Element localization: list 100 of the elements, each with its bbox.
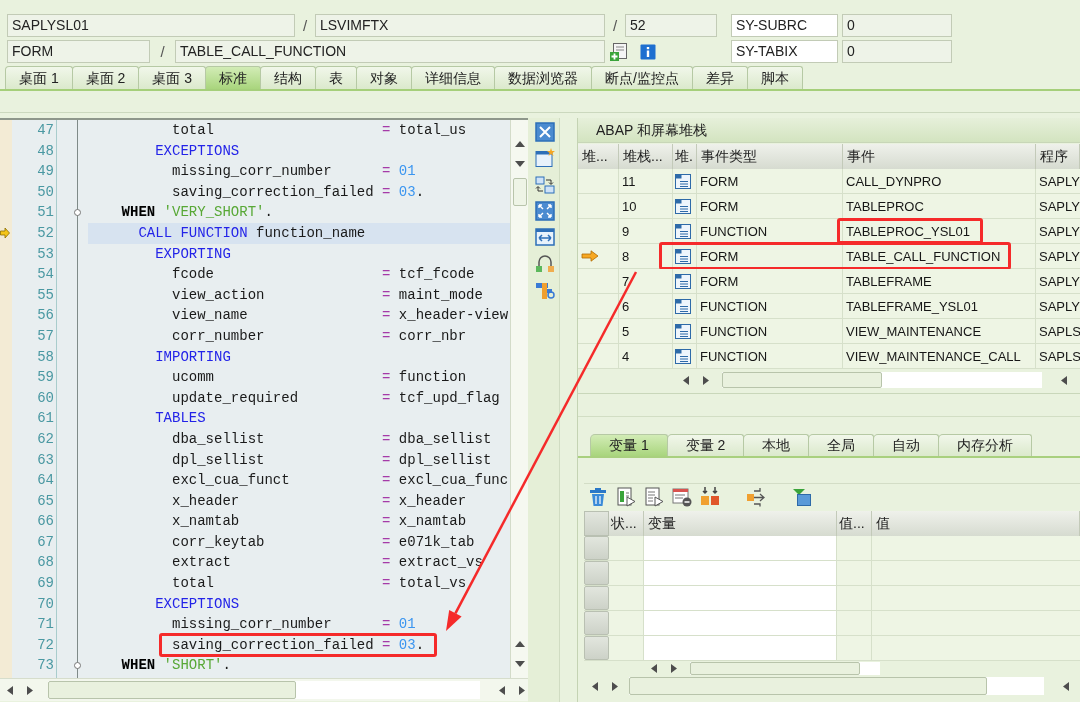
- tab[interactable]: 全局: [808, 434, 875, 456]
- system-field-name[interactable]: SY-SUBRC: [731, 14, 838, 37]
- scrollbar[interactable]: [0, 678, 528, 701]
- tab[interactable]: 自动: [873, 434, 940, 456]
- table-cell: 8: [622, 248, 630, 264]
- tab[interactable]: 详细信息: [411, 66, 496, 89]
- scroll-right-icon[interactable]: [519, 685, 525, 695]
- tab[interactable]: 桌面 3: [138, 66, 207, 89]
- scroll-up-icon[interactable]: [514, 641, 525, 647]
- info-icon[interactable]: [640, 43, 656, 60]
- table-cell: 5: [622, 323, 630, 339]
- tab[interactable]: 标准: [205, 66, 262, 89]
- tab[interactable]: 桌面 1: [5, 66, 73, 89]
- text-field[interactable]: SAPLYSL01: [7, 14, 295, 37]
- system-field-value[interactable]: 0: [842, 40, 952, 63]
- text-field[interactable]: TABLE_CALL_FUNCTION: [175, 40, 605, 63]
- column-header[interactable]: 变量: [644, 511, 837, 536]
- input-field[interactable]: [644, 536, 837, 560]
- code-editor[interactable]: [0, 120, 510, 678]
- scroll-left-icon[interactable]: [683, 375, 689, 385]
- system-field-value[interactable]: 0: [842, 14, 952, 37]
- tab[interactable]: 结构: [260, 66, 317, 89]
- tab[interactable]: 内存分析: [938, 434, 1033, 456]
- list-minus-icon[interactable]: [672, 486, 692, 507]
- trash-icon[interactable]: [588, 486, 608, 507]
- scroll-left-icon[interactable]: [651, 663, 657, 673]
- expand-icon[interactable]: [535, 200, 555, 221]
- input-field[interactable]: [644, 586, 837, 610]
- scrollbar-thumb[interactable]: [722, 372, 882, 388]
- scroll-left-icon[interactable]: [592, 681, 598, 691]
- code-line: saving_correction_failed = 03.: [172, 183, 425, 200]
- system-field-name[interactable]: SY-TABIX: [731, 40, 838, 63]
- scrollbar-track[interactable]: [722, 372, 1042, 388]
- table-cell: TABLE_CALL_FUNCTION: [846, 248, 1001, 264]
- table-row[interactable]: 7 FORM TABLEFRAME SAPLY: [578, 269, 1080, 294]
- tab[interactable]: 桌面 2: [71, 66, 140, 89]
- code-line: WHEN 'SHORT'.: [121, 657, 231, 674]
- scroll-down-icon[interactable]: [514, 161, 525, 167]
- fold-marker-icon[interactable]: [74, 662, 81, 670]
- boxes-down-icon[interactable]: [700, 486, 720, 507]
- filter-box-icon[interactable]: [792, 486, 812, 507]
- column-header[interactable]: 值...: [837, 511, 872, 536]
- fold-marker-icon[interactable]: [74, 209, 81, 217]
- tab[interactable]: 变量 2: [666, 434, 745, 456]
- text-field[interactable]: 52: [625, 14, 717, 37]
- close-icon[interactable]: [535, 122, 555, 142]
- tab[interactable]: 脚本: [746, 66, 803, 89]
- scrollbar-thumb[interactable]: [48, 681, 296, 699]
- tab[interactable]: 断点/监控点: [591, 66, 693, 89]
- column-header[interactable]: 事件类型: [697, 144, 843, 169]
- path-separator: /: [612, 17, 618, 34]
- table-cell: SAPLY: [1039, 198, 1080, 214]
- input-field[interactable]: [644, 611, 837, 635]
- scroll-right-icon[interactable]: [27, 685, 33, 695]
- scroll-down-icon[interactable]: [514, 661, 525, 667]
- input-field[interactable]: [644, 561, 837, 585]
- scroll-right-icon[interactable]: [612, 681, 618, 691]
- tab[interactable]: 对象: [356, 66, 413, 89]
- swap-icon[interactable]: [535, 174, 555, 195]
- scrollbar-track[interactable]: [48, 681, 480, 699]
- tab[interactable]: 数据浏览器: [494, 66, 593, 89]
- scroll-left-icon[interactable]: [7, 685, 13, 695]
- scrollbar-thumb[interactable]: [512, 178, 527, 206]
- column-header[interactable]: 值: [872, 511, 1080, 536]
- table-row[interactable]: 6 FUNCTION TABLEFRAME_YSL01 SAPLY: [578, 294, 1080, 319]
- tab[interactable]: 本地: [743, 434, 810, 456]
- arc-nodes-icon[interactable]: [535, 253, 555, 274]
- scroll-right-icon[interactable]: [703, 375, 709, 385]
- text-field[interactable]: FORM: [7, 40, 150, 63]
- table-row[interactable]: 11 FORM CALL_DYNPRO SAPLY: [578, 169, 1080, 194]
- scroll-left-icon[interactable]: [1063, 681, 1069, 691]
- arrow-export-icon[interactable]: [746, 486, 766, 507]
- tab[interactable]: 差异: [691, 66, 748, 89]
- horizontal-arrows-icon[interactable]: [535, 227, 555, 248]
- table-row[interactable]: 8 FORM TABLE_CALL_FUNCTION SAPLY: [578, 244, 1080, 269]
- document-arrow-icon[interactable]: [644, 486, 664, 507]
- tab[interactable]: 表: [315, 66, 358, 89]
- column-header[interactable]: 程序: [1036, 144, 1080, 169]
- scroll-left-icon[interactable]: [1061, 375, 1067, 385]
- column-header[interactable]: 事件: [843, 144, 1036, 169]
- table-row[interactable]: 10 FORM TABLEPROC SAPLY: [578, 194, 1080, 219]
- table-row[interactable]: 5 FUNCTION VIEW_MAINTENANCE SAPLS: [578, 319, 1080, 344]
- scroll-right-icon[interactable]: [671, 663, 677, 673]
- table-cell: SAPLY: [1039, 173, 1080, 189]
- column-header[interactable]: 堆...: [578, 144, 619, 169]
- text-field[interactable]: LSVIMFTX: [315, 14, 605, 37]
- document-icon: [674, 322, 692, 340]
- table-row[interactable]: 4 FUNCTION VIEW_MAINTENANCE_CALL SAPLS: [578, 344, 1080, 369]
- scroll-left-icon[interactable]: [499, 685, 505, 695]
- tab[interactable]: 变量 1: [590, 434, 668, 456]
- document-plus-icon[interactable]: [610, 42, 628, 61]
- column-header[interactable]: 堆.: [673, 144, 697, 169]
- scrollbar[interactable]: [510, 120, 528, 678]
- column-header[interactable]: 堆栈...: [619, 144, 673, 169]
- column-header[interactable]: 状...: [609, 511, 644, 536]
- input-field[interactable]: [644, 636, 837, 660]
- code-line: EXCEPTIONS: [155, 142, 240, 159]
- scroll-up-icon[interactable]: [514, 141, 525, 147]
- document-arrow-icon[interactable]: [616, 486, 636, 507]
- table-row[interactable]: 9 FUNCTION TABLEPROC_YSL01 SAPLY: [578, 219, 1080, 244]
